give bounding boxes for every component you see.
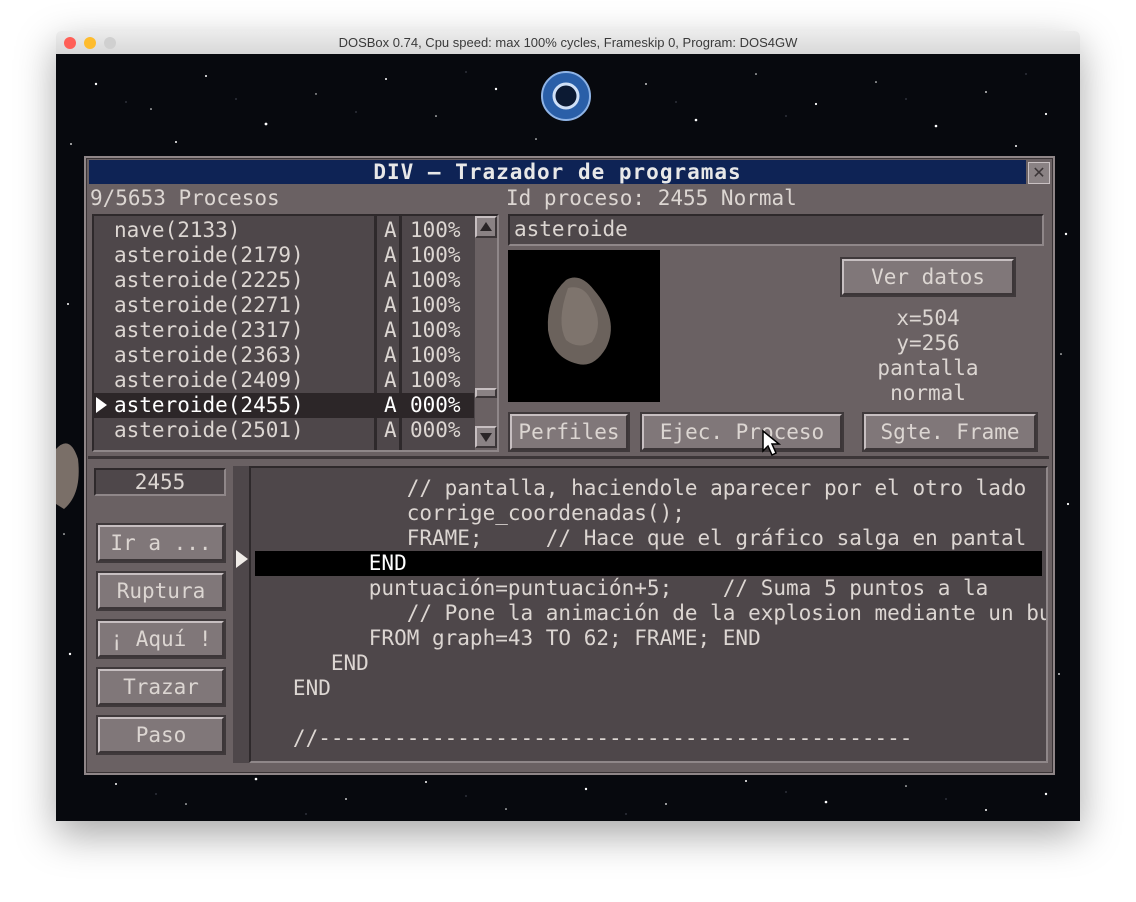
code-line: // pantalla, haciendole aparecer por el … — [255, 476, 1027, 500]
close-icon[interactable]: ✕ — [1028, 162, 1050, 184]
trazar-button[interactable]: Trazar — [98, 669, 224, 705]
window-title: DOSBox 0.74, Cpu speed: max 100% cycles,… — [338, 35, 798, 50]
dosbox-window: DOSBox 0.74, Cpu speed: max 100% cycles,… — [56, 31, 1080, 821]
coord-x: x=504 — [896, 306, 960, 330]
scroll-up-button[interactable] — [475, 216, 497, 238]
list-item[interactable]: asteroide(2409) A 100% — [94, 368, 474, 393]
left-asteroid-icon — [56, 443, 79, 509]
perfiles-button[interactable]: Perfiles — [510, 414, 628, 450]
process-list[interactable]: nave(2133) A 100% asteroide(2179) A 100%… — [92, 214, 499, 452]
code-line: corrige_coordenadas(); — [255, 501, 685, 525]
process-name-field: asteroide — [508, 214, 1044, 246]
list-item[interactable]: asteroide(2271) A 100% — [94, 293, 474, 318]
code-line: END — [255, 651, 369, 675]
ruptura-button[interactable]: Ruptura — [98, 573, 224, 609]
code-line-current: END — [255, 551, 1042, 576]
arrow-up-icon — [480, 222, 492, 231]
arrow-down-icon — [480, 433, 492, 442]
scroll-down-button[interactable] — [475, 426, 497, 448]
aqui-button[interactable]: ¡ Aquí ! — [98, 621, 224, 657]
sgte-frame-button[interactable]: Sgte. Frame — [864, 414, 1036, 450]
ver-datos-button[interactable]: Ver datos — [842, 259, 1014, 295]
sprite-preview — [508, 250, 660, 402]
coord-y: y=256 — [896, 331, 960, 355]
code-line: END — [255, 676, 331, 700]
list-item[interactable]: nave(2133) A 100% — [94, 218, 474, 243]
process-count: 9/5653 Procesos — [90, 186, 280, 210]
list-item[interactable]: asteroide(2317) A 100% — [94, 318, 474, 343]
region-label: pantalla — [877, 356, 979, 380]
list-item[interactable]: asteroide(2225) A 100% — [94, 268, 474, 293]
ejec-proceso-button[interactable]: Ejec. Proceso — [642, 414, 842, 450]
tracer-window: DIV — Trazador de programas ✕ 9/5653 Pro… — [84, 156, 1055, 775]
selection-arrow-icon — [96, 397, 107, 413]
ir-a-button[interactable]: Ir a ... — [98, 525, 224, 561]
list-item[interactable]: asteroide(2179) A 100% — [94, 243, 474, 268]
planet-logo-icon — [541, 71, 591, 121]
paso-button[interactable]: Paso — [98, 717, 224, 753]
list-item-selected[interactable]: asteroide(2455) A 000% — [94, 393, 474, 418]
process-id-label: Id proceso: 2455 Normal — [506, 186, 797, 210]
code-line: puntuación=puntuación+5; // Suma 5 punto… — [255, 576, 989, 600]
code-line: // Pone la animación de la explosion med… — [255, 601, 1048, 625]
current-line-arrow-icon — [236, 550, 248, 568]
divider — [88, 456, 1049, 459]
scrollbar[interactable] — [475, 216, 497, 450]
code-line: FROM graph=43 TO 62; FRAME; END — [255, 626, 761, 650]
dos-screen: DIV — Trazador de programas ✕ 9/5653 Pro… — [56, 54, 1080, 821]
code-line: //--------------------------------------… — [255, 726, 913, 750]
tracer-title: DIV — Trazador de programas — [89, 160, 1026, 184]
mac-titlebar: DOSBox 0.74, Cpu speed: max 100% cycles,… — [56, 31, 1080, 55]
list-item[interactable]: asteroide(2363) A 100% — [94, 343, 474, 368]
mouse-cursor-icon — [762, 429, 782, 457]
scroll-thumb[interactable] — [475, 388, 497, 398]
asteroid-sprite-icon — [547, 277, 611, 365]
current-id-field: 2455 — [94, 468, 226, 496]
line-gutter[interactable] — [233, 466, 249, 763]
list-item[interactable]: asteroide(2501) A 000% — [94, 418, 474, 443]
mode-label: normal — [890, 381, 966, 405]
code-line: FRAME; // Hace que el gráfico salga en p… — [255, 526, 1027, 550]
code-view[interactable]: // pantalla, haciendole aparecer por el … — [249, 466, 1048, 763]
